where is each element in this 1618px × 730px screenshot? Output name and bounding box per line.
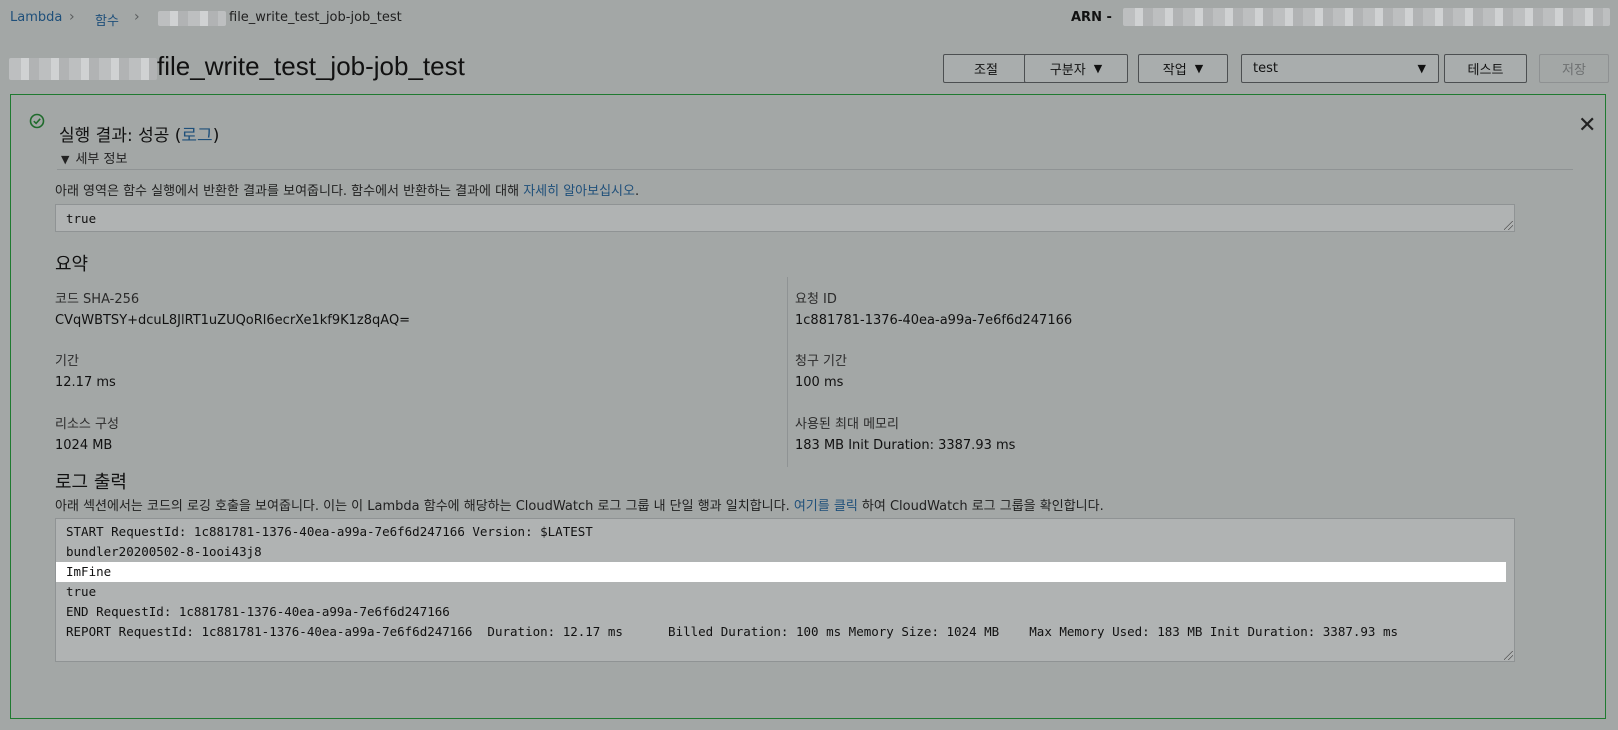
log-link[interactable]: 로그: [181, 126, 212, 146]
arn-label: ARN -: [1071, 10, 1112, 25]
qualifiers-button[interactable]: 구분자 ▼: [1024, 54, 1128, 83]
summary-title: 요약: [55, 254, 89, 275]
log-line: END RequestId: 1c881781-1376-40ea-a99a-7…: [66, 604, 450, 619]
code-sha-label: 코드 SHA-256: [55, 292, 140, 307]
redacted-name: [158, 11, 226, 26]
details-toggle-label: 세부 정보: [75, 152, 128, 167]
breadcrumb-lambda[interactable]: Lambda: [10, 10, 62, 25]
redacted-arn: [1123, 8, 1610, 26]
learn-more-link[interactable]: 자세히 알아보십시오: [523, 184, 635, 199]
throttle-button[interactable]: 조절: [943, 54, 1029, 83]
test-event-select[interactable]: test ▼: [1241, 54, 1439, 83]
breadcrumb-current: file_write_test_job-job_test: [229, 10, 402, 25]
resize-handle-icon[interactable]: [1504, 221, 1513, 230]
log-line: REPORT RequestId: 1c881781-1376-40ea-a99…: [66, 624, 1399, 639]
resources-label: 리소스 구성: [55, 417, 119, 432]
caret-down-icon: ▼: [1194, 62, 1204, 75]
max-memory-label: 사용된 최대 메모리: [795, 417, 899, 432]
billed-duration-value: 100 ms: [795, 375, 844, 390]
log-line: bundler20200502-8-1ooi43j8: [66, 544, 262, 559]
save-label: 저장: [1562, 63, 1586, 78]
return-description: 아래 영역은 함수 실행에서 반환한 결과를 보여줍니다. 함수에서 반환하는 …: [55, 180, 639, 199]
chevron-right-icon: ›: [134, 9, 140, 25]
log-line: true: [66, 584, 97, 599]
request-id-value: 1c881781-1376-40ea-a99a-7e6f6d247166: [795, 313, 1073, 328]
top-bar: Lambda › 함수 › file_write_test_job-job_te…: [0, 0, 1618, 38]
log-desc-suffix: 하여 CloudWatch 로그 그룹을 확인합니다.: [857, 499, 1104, 514]
request-id-label: 요청 ID: [795, 292, 837, 307]
code-sha-value: CVqWBTSY+dcuL8JlRT1uZUQoRl6ecrXe1kf9K1z8…: [55, 313, 411, 328]
test-label: 테스트: [1467, 63, 1504, 78]
max-memory-value: 183 MB Init Duration: 3387.93 ms: [795, 438, 1016, 453]
qualifiers-label: 구분자: [1049, 63, 1086, 78]
return-value: true: [66, 211, 97, 226]
caret-down-icon: ▼: [1093, 62, 1103, 75]
breadcrumb-functions[interactable]: 함수: [95, 10, 119, 29]
caret-down-icon: ▼: [61, 153, 70, 166]
check-circle-icon: [29, 113, 45, 129]
duration-value: 12.17 ms: [55, 375, 116, 390]
actions-label: 작업: [1162, 63, 1187, 78]
save-button[interactable]: 저장: [1539, 54, 1609, 83]
resources-value: 1024 MB: [55, 438, 113, 453]
return-desc-period: .: [634, 184, 640, 199]
page-title: file_write_test_job-job_test: [157, 51, 465, 81]
actions-button[interactable]: 작업 ▼: [1138, 54, 1228, 83]
result-heading-text: 실행 결과: 성공 (: [59, 126, 182, 146]
chevron-right-icon: ›: [69, 9, 75, 25]
divider: [57, 169, 1573, 170]
close-icon[interactable]: ✕: [1578, 113, 1596, 138]
return-desc-text: 아래 영역은 함수 실행에서 반환한 결과를 보여줍니다. 함수에서 반환하는 …: [55, 184, 524, 199]
result-heading: 실행 결과: 성공 (로그): [59, 121, 219, 146]
billed-duration-label: 청구 기간: [795, 354, 847, 369]
column-divider: [787, 277, 788, 467]
log-desc-text: 아래 섹션에서는 코드의 로깅 호출을 보여줍니다. 이는 이 Lambda 함…: [55, 499, 794, 514]
result-heading-close-paren: ): [212, 126, 220, 146]
return-value-box[interactable]: true: [55, 204, 1515, 232]
log-line: START RequestId: 1c881781-1376-40ea-a99a…: [66, 524, 593, 539]
duration-label: 기간: [55, 354, 79, 369]
throttle-label: 조절: [974, 63, 998, 78]
log-output-title: 로그 출력: [55, 472, 127, 493]
log-description: 아래 섹션에서는 코드의 로깅 호출을 보여줍니다. 이는 이 Lambda 함…: [55, 495, 1104, 514]
log-line-highlighted: ImFine: [56, 562, 1506, 582]
log-output-box[interactable]: START RequestId: 1c881781-1376-40ea-a99a…: [55, 518, 1515, 662]
details-toggle[interactable]: ▼ 세부 정보: [61, 148, 127, 167]
redacted-title-prefix: [9, 58, 157, 80]
caret-down-icon: ▼: [1417, 62, 1426, 75]
test-event-value: test: [1253, 61, 1278, 76]
resize-handle-icon[interactable]: [1504, 651, 1513, 660]
click-here-link[interactable]: 여기를 클릭: [794, 499, 858, 514]
execution-result-panel: 실행 결과: 성공 (로그) ✕ ▼ 세부 정보 아래 영역은 함수 실행에서 반…: [10, 94, 1606, 719]
test-button[interactable]: 테스트: [1444, 54, 1527, 83]
